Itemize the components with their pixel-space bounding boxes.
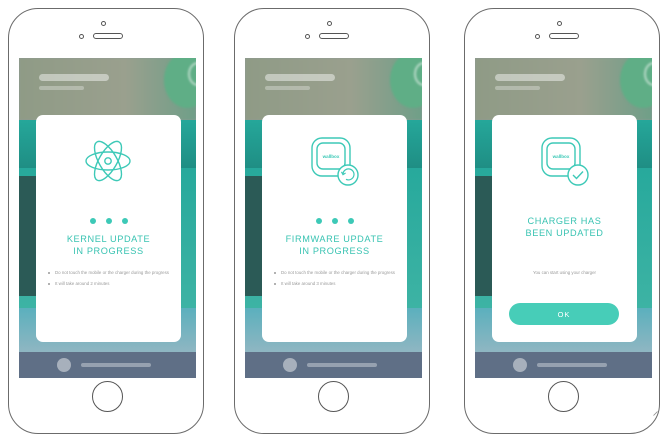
- screen-kernel: KERNEL UPDATE IN PROGRESS Do not touch t…: [19, 58, 196, 378]
- dialog-title: FIRMWARE UPDATE IN PROGRESS: [285, 234, 384, 256]
- update-complete-dialog: wallbox CHARGER HAS BEEN UPDATED You can…: [492, 115, 637, 342]
- background-subtitle-blur: [495, 86, 540, 90]
- progress-dot: [121, 218, 128, 224]
- earpiece-speaker: [93, 33, 123, 39]
- background-footer-icon: [283, 358, 297, 372]
- screen-firmware: wallbox FIRMWARE UPDATE IN PROGRESS Do n…: [245, 58, 422, 378]
- charger-refresh-icon: wallbox: [311, 137, 359, 186]
- instruction-item: It will take around 3 minutes: [274, 281, 399, 287]
- progress-dot: [89, 218, 96, 224]
- front-camera: [327, 21, 332, 26]
- progress-dot: [347, 218, 354, 224]
- background-title-blur: [265, 74, 335, 81]
- update-dialog: KERNEL UPDATE IN PROGRESS Do not touch t…: [36, 115, 181, 342]
- earpiece-speaker: [549, 33, 579, 39]
- background-footer-text: [307, 363, 377, 367]
- ok-button[interactable]: OK: [509, 303, 619, 325]
- progress-dot: [331, 218, 338, 224]
- instruction-list: Do not touch the mobile or the charger d…: [274, 270, 399, 292]
- dialog-title: CHARGER HAS BEEN UPDATED: [525, 216, 604, 238]
- proximity-sensor: [305, 34, 310, 39]
- phone-frame-kernel: KERNEL UPDATE IN PROGRESS Do not touch t…: [8, 8, 204, 434]
- instruction-item: Do not touch the mobile or the charger d…: [274, 270, 399, 276]
- background-subtitle-blur: [265, 86, 310, 90]
- home-button[interactable]: [92, 381, 123, 412]
- charger-logo-text: wallbox: [552, 154, 570, 159]
- proximity-sensor: [79, 34, 84, 39]
- background-footer-icon: [57, 358, 71, 372]
- background-footer-icon: [513, 358, 527, 372]
- instruction-item: Do not touch the mobile or the charger d…: [48, 270, 173, 276]
- atom-icon: [85, 140, 131, 182]
- update-dialog: wallbox FIRMWARE UPDATE IN PROGRESS Do n…: [262, 115, 407, 342]
- home-button[interactable]: [318, 381, 349, 412]
- proximity-sensor: [535, 34, 540, 39]
- progress-dot: [315, 218, 322, 224]
- background-subtitle-blur: [39, 86, 84, 90]
- corner-mark-icon: [653, 411, 658, 416]
- front-camera: [101, 21, 106, 26]
- progress-dots: [262, 211, 407, 224]
- background-title-blur: [495, 74, 565, 81]
- background-footer-text: [81, 363, 151, 367]
- instruction-list: Do not touch the mobile or the charger d…: [48, 270, 173, 292]
- dialog-message: You can start using your charger: [532, 270, 597, 275]
- earpiece-speaker: [319, 33, 349, 39]
- dialog-title: KERNEL UPDATE IN PROGRESS: [66, 234, 151, 256]
- screen-updated: wallbox CHARGER HAS BEEN UPDATED You can…: [475, 58, 652, 378]
- charger-check-icon: wallbox: [541, 137, 589, 186]
- progress-dots: [36, 211, 181, 224]
- phone-frame-firmware: wallbox FIRMWARE UPDATE IN PROGRESS Do n…: [234, 8, 430, 434]
- home-button[interactable]: [548, 381, 579, 412]
- charger-logo-text: wallbox: [322, 154, 340, 159]
- instruction-item: It will take around 2 minutes: [48, 281, 173, 287]
- front-camera: [557, 21, 562, 26]
- progress-dot: [105, 218, 112, 224]
- phone-frame-updated: wallbox CHARGER HAS BEEN UPDATED You can…: [464, 8, 660, 434]
- background-title-blur: [39, 74, 109, 81]
- background-footer-text: [537, 363, 607, 367]
